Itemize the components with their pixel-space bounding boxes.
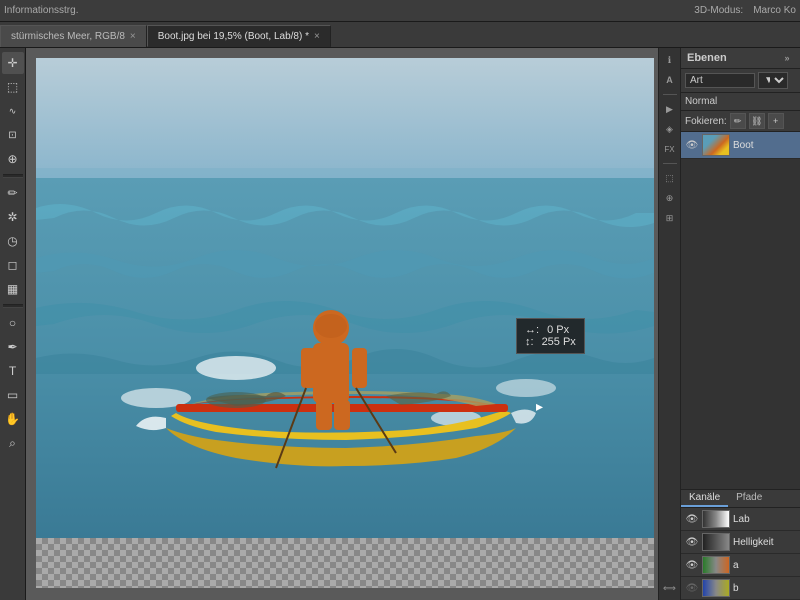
layer-filter-select[interactable]: ▼ xyxy=(758,72,788,89)
right-icon-fx[interactable]: FX xyxy=(662,141,678,157)
blend-mode-row: Normal xyxy=(681,93,800,111)
channel-a-visibility[interactable]: 👁 xyxy=(685,558,699,572)
channel-hell[interactable]: 👁 Helligkeit xyxy=(681,531,800,554)
right-icon-arrows[interactable]: ⟺ xyxy=(662,580,678,596)
channel-b-name: b xyxy=(733,583,739,594)
main-content: ✛ ⬚ ∿ ⊡ ⊕ ✏ ✲ ◷ ◻ ▦ ○ ✒ T ▭ ✋ ⌕ xyxy=(0,48,800,600)
layers-panel: Ebenen » ▼ Normal Fokieren: ✏ ⛓ + 👁 xyxy=(680,48,800,600)
tool-clone[interactable]: ✲ xyxy=(2,206,24,228)
top-toolbar: Informationsstrg. 3D-Modus: Marco Ko xyxy=(0,0,800,22)
layer-filter-input[interactable] xyxy=(685,73,755,88)
channel-b-thumb xyxy=(702,579,730,597)
channel-hell-name: Helligkeit xyxy=(733,537,774,548)
layer-thumb-image xyxy=(703,135,729,155)
info-text: Informationsstrg. xyxy=(4,5,78,16)
right-icon-grid[interactable]: ◈ xyxy=(662,121,678,137)
tool-hand[interactable]: ✋ xyxy=(2,408,24,430)
channel-hell-visibility[interactable]: 👁 xyxy=(685,535,699,549)
tab-channels[interactable]: Kanäle xyxy=(681,490,728,507)
layers-title: Ebenen xyxy=(687,52,727,64)
right-icon-play[interactable]: ▶ xyxy=(662,101,678,117)
focussieren-btn1[interactable]: ✏ xyxy=(730,113,746,129)
image-container: ↔: 0 Px ↕: 255 Px ▸ xyxy=(36,58,654,538)
tool-lasso[interactable]: ∿ xyxy=(2,100,24,122)
focussieren-row: Fokieren: ✏ ⛓ + xyxy=(681,111,800,132)
layer-search-row: ▼ xyxy=(681,69,800,93)
channel-a[interactable]: 👁 a xyxy=(681,554,800,577)
canvas-area[interactable]: ↔: 0 Px ↕: 255 Px ▸ xyxy=(26,48,658,600)
channel-lab-thumb xyxy=(702,510,730,528)
tool-heal[interactable]: ⊕ xyxy=(2,148,24,170)
tab-0-label: stürmisches Meer, RGB/8 xyxy=(11,31,125,42)
channel-b-visibility: 👁 xyxy=(685,581,699,595)
canvas-wrapper: ↔: 0 Px ↕: 255 Px ▸ xyxy=(36,58,658,600)
tab-0-close[interactable]: × xyxy=(130,31,136,42)
channel-hell-thumb xyxy=(702,533,730,551)
layer-thumbnail xyxy=(702,134,730,156)
tool-crop[interactable]: ⊡ xyxy=(2,124,24,146)
tab-1-label: Boot.jpg bei 19,5% (Boot, Lab/8) * xyxy=(158,31,309,42)
focussieren-btn2[interactable]: ⛓ xyxy=(749,113,765,129)
layers-panel-header: Ebenen » xyxy=(681,48,800,69)
channel-lab-name: Lab xyxy=(733,514,750,525)
boat-scene-svg xyxy=(36,58,654,538)
tool-dodge[interactable]: ○ xyxy=(2,312,24,334)
tab-0[interactable]: stürmisches Meer, RGB/8 × xyxy=(0,25,147,47)
channels-tabs: Kanäle Pfade xyxy=(681,490,800,508)
channel-a-name: a xyxy=(733,560,739,571)
tab-1-close[interactable]: × xyxy=(314,31,320,42)
right-icon-char[interactable]: A xyxy=(662,72,678,88)
tool-move[interactable]: ✛ xyxy=(2,52,24,74)
channel-a-thumb xyxy=(702,556,730,574)
tool-history[interactable]: ◷ xyxy=(2,230,24,252)
tab-bar: stürmisches Meer, RGB/8 × Boot.jpg bei 1… xyxy=(0,22,800,48)
right-icon-info[interactable]: ℹ xyxy=(662,52,678,68)
right-icon-add[interactable]: ⊕ xyxy=(662,190,678,206)
left-tools-panel: ✛ ⬚ ∿ ⊡ ⊕ ✏ ✲ ◷ ◻ ▦ ○ ✒ T ▭ ✋ ⌕ xyxy=(0,48,26,600)
blend-mode-value[interactable]: Normal xyxy=(685,96,717,107)
right-icon-layers2[interactable]: ⬚ xyxy=(662,170,678,186)
layer-visibility-toggle[interactable]: 👁 xyxy=(685,138,699,152)
right-icon-grid2[interactable]: ⊞ xyxy=(662,210,678,226)
focussieren-btn3[interactable]: + xyxy=(768,113,784,129)
tool-gradient[interactable]: ▦ xyxy=(2,278,24,300)
tool-select[interactable]: ⬚ xyxy=(2,76,24,98)
layer-item-boot[interactable]: 👁 Boot xyxy=(681,132,800,159)
tool-eraser[interactable]: ◻ xyxy=(2,254,24,276)
tab-1[interactable]: Boot.jpg bei 19,5% (Boot, Lab/8) * × xyxy=(147,25,331,47)
tool-type[interactable]: T xyxy=(2,360,24,382)
panel-collapse-btn[interactable]: » xyxy=(780,51,794,65)
tool-zoom[interactable]: ⌕ xyxy=(2,432,24,454)
channel-lab[interactable]: 👁 Lab xyxy=(681,508,800,531)
right-side-toolbar: ℹ A ▶ ◈ FX ⬚ ⊕ ⊞ ⟺ xyxy=(658,48,680,600)
channel-lab-visibility[interactable]: 👁 xyxy=(685,512,699,526)
layer-name: Boot xyxy=(733,140,754,151)
focussieren-label: Fokieren: xyxy=(685,116,727,127)
tool-pen[interactable]: ✒ xyxy=(2,336,24,358)
3d-mode: 3D-Modus: xyxy=(694,5,743,16)
tab-paths[interactable]: Pfade xyxy=(728,490,770,507)
tool-shape[interactable]: ▭ xyxy=(2,384,24,406)
channels-section: Kanäle Pfade 👁 Lab 👁 Helligkeit 👁 xyxy=(681,489,800,600)
channel-b[interactable]: 👁 b xyxy=(681,577,800,600)
user-name: Marco Ko xyxy=(753,5,796,16)
tool-brush[interactable]: ✏ xyxy=(2,182,24,204)
